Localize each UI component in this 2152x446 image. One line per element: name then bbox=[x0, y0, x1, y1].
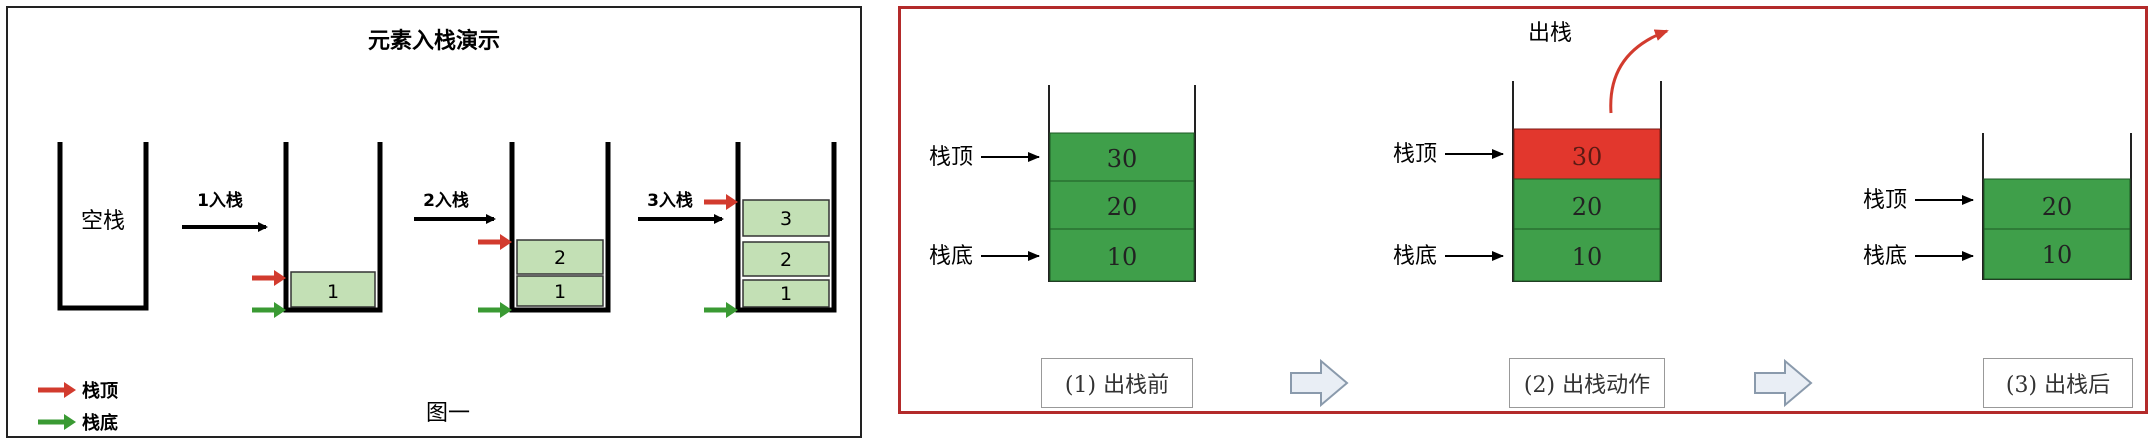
stage-3-bottom-pointer: 栈底 bbox=[1863, 244, 1974, 269]
push-arrow-1: 1入栈 bbox=[182, 190, 268, 232]
push-arrow-2: 2入栈 bbox=[414, 190, 496, 224]
stack-2-bottom-arrow bbox=[478, 302, 512, 318]
stage-1-top-pointer: 栈顶 bbox=[929, 145, 1040, 170]
stack-cell-label: 20 bbox=[1572, 193, 1603, 221]
empty-stack: 空栈 bbox=[57, 142, 149, 311]
legend-bottom-arrow-icon bbox=[38, 414, 76, 430]
stage-3-caption: (3) 出栈后 bbox=[1983, 358, 2133, 408]
stage-2-stack: 30 20 10 bbox=[1512, 81, 1662, 282]
stack-cell-label: 20 bbox=[2042, 193, 2073, 221]
stack-cell-label: 3 bbox=[780, 208, 792, 230]
stack-3-bottom-arrow bbox=[704, 302, 738, 318]
stack-one-element: 1 bbox=[283, 142, 383, 313]
stack-push-panel: 元素入栈演示 空栈 1入栈 1 2入栈 1 2 3入栈 1 2 3 栈顶 栈底 … bbox=[6, 6, 862, 438]
stage-2-bottom-pointer: 栈底 bbox=[1393, 244, 1504, 269]
stage-2-top-pointer: 栈顶 bbox=[1393, 142, 1504, 167]
stack-1-top-arrow bbox=[252, 270, 286, 286]
pop-label: 出栈 bbox=[1528, 21, 1572, 46]
popping-cell-label: 30 bbox=[1572, 143, 1603, 171]
stack-bottom-label: 栈底 bbox=[1863, 244, 1907, 269]
pop-arrow-icon bbox=[1609, 29, 1669, 114]
stack-2-top-arrow bbox=[478, 234, 512, 250]
stage-3-top-pointer: 栈顶 bbox=[1863, 188, 1974, 213]
stack-pop-panel: 30 20 10 栈顶 栈底 30 20 10 栈顶 栈底 出栈 20 10 栈… bbox=[898, 6, 2148, 414]
stack-top-label: 栈顶 bbox=[1863, 188, 1907, 213]
legend-top-label: 栈顶 bbox=[82, 380, 118, 402]
stage-1-stack: 30 20 10 bbox=[1048, 85, 1196, 282]
stack-cell-label: 20 bbox=[1107, 193, 1138, 221]
transition-arrow-icon bbox=[1754, 358, 1813, 408]
stack-two-elements: 1 2 bbox=[509, 142, 611, 313]
stack-pop-diagram: 30 20 10 栈顶 栈底 30 20 10 栈顶 栈底 出栈 20 10 栈… bbox=[929, 21, 2132, 408]
stack-3-top-arrow bbox=[704, 194, 738, 210]
stack-cell-label: 10 bbox=[1572, 243, 1603, 271]
empty-stack-label: 空栈 bbox=[81, 209, 125, 234]
stack-bottom-label: 栈底 bbox=[929, 244, 973, 269]
push-arrow-3-label: 3入栈 bbox=[647, 190, 693, 211]
stage-1-bottom-pointer: 栈底 bbox=[929, 244, 1040, 269]
stack-push-diagram: 元素入栈演示 空栈 1入栈 1 2入栈 1 2 3入栈 1 2 3 栈顶 栈底 … bbox=[38, 28, 837, 434]
stack-three-elements: 1 2 3 bbox=[735, 142, 837, 313]
stack-cell-label: 10 bbox=[1107, 243, 1138, 271]
stack-cell-label: 10 bbox=[2042, 241, 2073, 269]
stack-cell-label: 2 bbox=[554, 247, 566, 269]
stack-cell-label: 1 bbox=[780, 283, 792, 305]
stage-3-stack: 20 10 bbox=[1982, 133, 2132, 280]
stack-cell-label: 30 bbox=[1107, 145, 1138, 173]
stack-cell-label: 2 bbox=[780, 249, 792, 271]
legend-bottom-label: 栈底 bbox=[82, 412, 118, 434]
stack-top-label: 栈顶 bbox=[929, 145, 973, 170]
transition-arrow-icon bbox=[1290, 358, 1349, 408]
stack-cell-label: 1 bbox=[327, 281, 339, 303]
stack-top-label: 栈顶 bbox=[1393, 142, 1437, 167]
stage-2-caption: (2) 出栈动作 bbox=[1509, 358, 1665, 408]
pop-action: 出栈 bbox=[1528, 21, 1669, 114]
push-arrow-2-label: 2入栈 bbox=[423, 190, 469, 211]
stage-1-caption: (1) 出栈前 bbox=[1041, 358, 1193, 408]
legend-top-arrow-icon bbox=[38, 382, 76, 398]
page-title: 元素入栈演示 bbox=[368, 28, 500, 54]
figure-caption: 图一 bbox=[426, 401, 470, 426]
push-arrow-1-label: 1入栈 bbox=[197, 190, 243, 211]
stack-cell-label: 1 bbox=[554, 281, 566, 303]
stack-bottom-label: 栈底 bbox=[1393, 244, 1437, 269]
stack-1-bottom-arrow bbox=[252, 302, 286, 318]
legend: 栈顶 栈底 bbox=[38, 380, 118, 434]
